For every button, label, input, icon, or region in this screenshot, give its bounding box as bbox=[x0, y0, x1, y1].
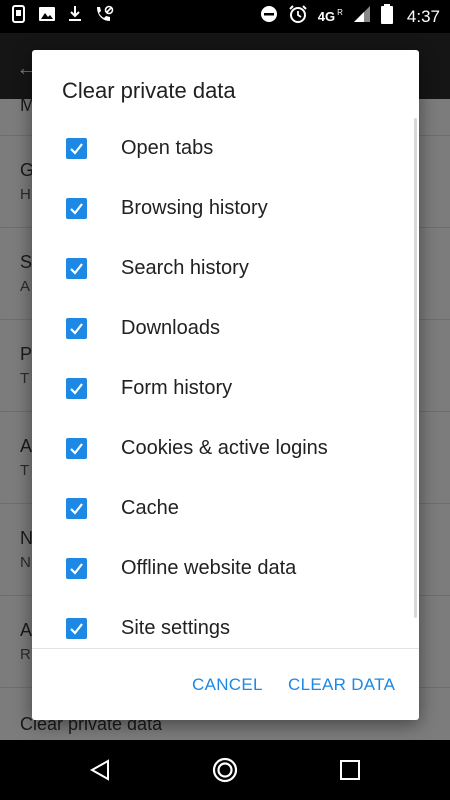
list-item-title: A bbox=[20, 620, 33, 640]
checkbox-checked-icon[interactable] bbox=[66, 437, 87, 459]
clear-private-data-dialog: Clear private data Open tabs Browsing hi… bbox=[32, 50, 419, 720]
option-open-tabs[interactable]: Open tabs bbox=[32, 118, 412, 178]
clock: 4:37 bbox=[406, 6, 440, 26]
list-item-title: A bbox=[20, 436, 33, 456]
download-icon bbox=[66, 5, 84, 28]
checkbox-checked-icon[interactable] bbox=[66, 197, 87, 219]
back-icon[interactable] bbox=[86, 756, 114, 784]
screenshot-icon bbox=[10, 5, 28, 28]
option-offline-website-data[interactable]: Offline website data bbox=[32, 538, 412, 598]
list-item-subtitle: T bbox=[20, 370, 30, 387]
option-label: Cache bbox=[121, 496, 179, 519]
checkbox-checked-icon[interactable] bbox=[66, 377, 87, 399]
status-icons-right: 4G R 4:37 bbox=[260, 4, 440, 29]
list-item-subtitle: A bbox=[20, 278, 31, 295]
list-item-title: P bbox=[20, 344, 33, 364]
scrollbar[interactable] bbox=[414, 118, 417, 618]
list-item-subtitle: R bbox=[20, 646, 31, 663]
checkbox-checked-icon[interactable] bbox=[66, 257, 87, 279]
clear-data-button[interactable]: CLEAR DATA bbox=[288, 675, 395, 695]
checkbox-checked-icon[interactable] bbox=[66, 137, 87, 159]
option-label: Offline website data bbox=[121, 556, 297, 579]
option-label: Search history bbox=[121, 256, 249, 279]
option-browsing-history[interactable]: Browsing history bbox=[32, 178, 412, 238]
checkbox-checked-icon[interactable] bbox=[66, 557, 87, 579]
option-label: Open tabs bbox=[121, 136, 214, 159]
option-search-history[interactable]: Search history bbox=[32, 238, 412, 298]
do-not-disturb-icon bbox=[260, 5, 278, 28]
battery-icon bbox=[380, 4, 393, 29]
status-bar: 4G R 4:37 bbox=[0, 0, 450, 33]
alarm-icon bbox=[288, 4, 308, 29]
list-item-subtitle: N bbox=[20, 554, 31, 571]
option-label: Cookies & active logins bbox=[121, 436, 328, 459]
dialog-actions: CANCEL CLEAR DATA bbox=[32, 649, 419, 720]
option-label: Site settings bbox=[121, 616, 230, 639]
status-icons-left bbox=[10, 5, 114, 28]
list-item-subtitle: T bbox=[20, 462, 30, 479]
home-icon[interactable] bbox=[211, 756, 239, 784]
option-label: Downloads bbox=[121, 316, 220, 339]
option-site-settings[interactable]: Site settings bbox=[32, 598, 412, 648]
missed-call-icon bbox=[94, 5, 114, 28]
option-cache[interactable]: Cache bbox=[32, 478, 412, 538]
roaming-indicator: R bbox=[337, 8, 343, 17]
recents-icon[interactable] bbox=[336, 756, 364, 784]
checkbox-checked-icon[interactable] bbox=[66, 317, 87, 339]
image-icon bbox=[38, 5, 56, 28]
options-list[interactable]: Open tabs Browsing history Search histor… bbox=[32, 118, 419, 648]
option-label: Form history bbox=[121, 376, 233, 399]
cancel-button[interactable]: CANCEL bbox=[192, 675, 263, 695]
checkbox-checked-icon[interactable] bbox=[66, 617, 87, 639]
option-label: Browsing history bbox=[121, 196, 268, 219]
dialog-title: Clear private data bbox=[62, 78, 236, 103]
list-item-subtitle: H bbox=[20, 186, 31, 203]
option-cookies-active-logins[interactable]: Cookies & active logins bbox=[32, 418, 412, 478]
option-downloads[interactable]: Downloads bbox=[32, 298, 412, 358]
network-type: 4G bbox=[317, 9, 336, 24]
checkbox-checked-icon[interactable] bbox=[66, 497, 87, 519]
list-item-title: S bbox=[20, 252, 33, 272]
option-form-history[interactable]: Form history bbox=[32, 358, 412, 418]
navigation-bar bbox=[0, 740, 450, 800]
signal-icon bbox=[353, 5, 371, 28]
